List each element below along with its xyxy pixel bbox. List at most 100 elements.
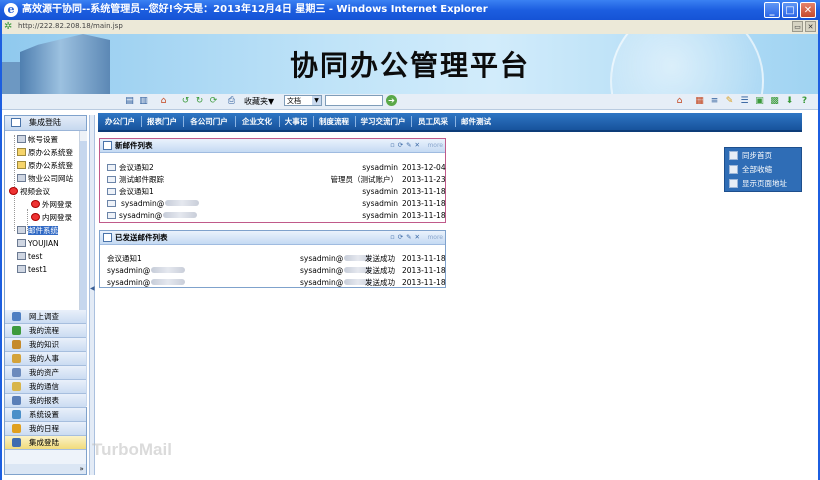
collapse-arrow-icon[interactable]: ◀ <box>90 285 95 292</box>
tab-staff[interactable]: 员工风采 <box>412 113 454 130</box>
tab-company-portal[interactable]: 各公司门户 <box>184 113 234 130</box>
forward-icon[interactable]: ↻ <box>194 96 205 107</box>
mail-subject[interactable]: sysadmin@ <box>119 210 198 221</box>
search-input[interactable] <box>325 95 383 106</box>
tab-culture[interactable]: 企业文化 <box>236 113 278 130</box>
expand-toggle[interactable]: » <box>5 464 86 474</box>
calendar-icon[interactable]: ▦ <box>694 96 705 107</box>
mail-row[interactable]: 测试邮件跟踪 管理员（测试账户） 2013-11-23 <box>100 174 446 185</box>
tree-item[interactable]: test <box>17 251 42 262</box>
nav-item[interactable]: 我的日程 <box>5 422 86 436</box>
mail-row[interactable]: sysadmin@ sysadmin 2013-11-18 <box>100 210 446 221</box>
tab-learning[interactable]: 学习交流门户 <box>356 113 410 130</box>
restore-icon[interactable]: ▭ <box>792 21 803 32</box>
address-url[interactable]: http://222.82.208.18/main.jsp <box>18 22 123 30</box>
sent-subject[interactable]: 会议通知1 <box>107 253 142 264</box>
tab-events[interactable]: 大事记 <box>280 113 312 130</box>
settings-icon <box>12 410 21 419</box>
home-icon[interactable]: ⌂ <box>158 96 169 107</box>
close-small-icon[interactable]: ✕ <box>805 21 816 32</box>
mail-row[interactable]: sysadmin@ sysadmin 2013-11-18 <box>100 198 446 209</box>
sent-recipient: sysadmin@ <box>300 253 373 264</box>
portlet-controls[interactable]: ▫⟳✎✕ <box>390 139 423 152</box>
tree-item[interactable]: 帐号设置 <box>17 134 58 145</box>
tab-mail-test[interactable]: 邮件测试 <box>456 113 496 130</box>
contacts-icon <box>12 382 21 391</box>
layout-left-icon[interactable]: ▤ <box>124 96 135 107</box>
left-panel-header[interactable]: 集成登陆 <box>5 116 86 131</box>
apps-icon[interactable]: ▩ <box>769 96 780 107</box>
close-button[interactable]: ✕ <box>800 2 816 18</box>
window-title-bar: e 高效源干协同--系统管理员--您好!今天是：2013年12月4日 星期三 -… <box>0 0 820 20</box>
nav-item[interactable]: 我的流程 <box>5 324 86 338</box>
nav-item[interactable]: 我的通信 <box>5 380 86 394</box>
tab-office-portal[interactable]: 办公门户 <box>100 113 140 130</box>
more-link[interactable]: more <box>427 231 443 244</box>
edit-icon[interactable]: ✎ <box>724 96 735 107</box>
tree-item-label: 视频会议 <box>20 187 50 196</box>
help-icon[interactable]: ? <box>799 96 810 107</box>
mail-subject[interactable]: 会议通知1 <box>119 186 154 197</box>
tree-item[interactable]: 原办公系统登 <box>17 160 73 171</box>
mail-open-icon <box>107 188 116 195</box>
go-icon[interactable]: ➔ <box>386 95 397 106</box>
mail-subject[interactable]: 会议通知2 <box>119 162 154 173</box>
window-icon[interactable]: ▣ <box>754 96 765 107</box>
tree-item[interactable]: 物业公司网站 <box>17 173 73 184</box>
favorites-menu[interactable]: 收藏夹▼ <box>244 96 274 107</box>
site-title: 协同办公管理平台 <box>289 49 530 82</box>
nav-item[interactable]: 系统设置 <box>5 408 86 422</box>
mail-row[interactable]: 会议通知2 sysadmin 2013-12-04 <box>100 162 446 173</box>
tree-item[interactable]: 内网登录 <box>31 212 72 223</box>
tree-item-label: 外网登录 <box>42 200 72 209</box>
sent-row[interactable]: sysadmin@ sysadmin@ 发送成功 2013-11-18 <box>100 265 446 276</box>
more-link[interactable]: more <box>427 139 443 152</box>
sent-status: 发送成功 <box>365 254 395 263</box>
tree-item[interactable]: test1 <box>17 264 47 275</box>
show-url-link[interactable]: 显示页面地址 <box>727 177 799 190</box>
portlet-controls[interactable]: ▫⟳✎✕ <box>390 231 423 244</box>
nav-item-label: 我的人事 <box>29 354 59 363</box>
sent-row[interactable]: sysadmin@ sysadmin@ 发送成功 2013-11-18 <box>100 277 446 288</box>
maximize-button[interactable]: □ <box>782 2 798 18</box>
redacted-text <box>151 279 186 285</box>
doc-icon <box>17 252 26 260</box>
mail-subject[interactable]: 测试邮件跟踪 <box>119 174 164 185</box>
refresh-icon[interactable]: ⟳ <box>208 96 219 107</box>
tree-item[interactable]: 原办公系统登 <box>17 147 73 158</box>
tree-item[interactable]: 外网登录 <box>31 199 72 210</box>
panel-splitter[interactable]: ◀ <box>89 115 95 475</box>
nav-item[interactable]: 我的资产 <box>5 366 86 380</box>
sent-subject[interactable]: sysadmin@ <box>107 265 186 276</box>
tab-report-portal[interactable]: 报表门户 <box>142 113 182 130</box>
sync-icon <box>729 151 738 160</box>
nav-item-active[interactable]: 集成登陆 <box>5 436 86 450</box>
back-icon[interactable]: ↺ <box>180 96 191 107</box>
download-icon[interactable]: ⬇ <box>784 96 795 107</box>
tree-item[interactable]: YOUJIAN <box>17 238 59 249</box>
tab-rules[interactable]: 制度流程 <box>314 113 354 130</box>
home-right-icon[interactable]: ⌂ <box>674 96 685 107</box>
contacts-icon[interactable]: ☰ <box>739 96 750 107</box>
mail-subject[interactable]: sysadmin@ <box>121 198 200 209</box>
address-bar[interactable]: ✲ http://222.82.208.18/main.jsp ▭ ✕ <box>0 20 820 35</box>
doc-type-select[interactable]: 文档 ▼ <box>284 95 322 106</box>
tree-item-selected[interactable]: 邮件系统 <box>17 225 58 236</box>
nav-item[interactable]: 我的人事 <box>5 352 86 366</box>
sent-subject-text: sysadmin@ <box>107 266 151 275</box>
sent-subject[interactable]: sysadmin@ <box>107 277 186 288</box>
tree-item[interactable]: 视频会议 <box>9 186 50 197</box>
doc-icon <box>17 239 26 247</box>
sync-home-link[interactable]: 同步首页 <box>727 149 799 162</box>
mail-row[interactable]: 会议通知1 sysadmin 2013-11-18 <box>100 186 446 197</box>
collapse-all-link[interactable]: 全部收缩 <box>727 163 799 176</box>
layout-right-icon[interactable]: ▥ <box>138 96 149 107</box>
nav-item[interactable]: 我的知识 <box>5 338 86 352</box>
minimize-button[interactable]: _ <box>764 2 780 18</box>
nav-item[interactable]: 网上调查 <box>5 310 86 324</box>
sent-row[interactable]: 会议通知1 sysadmin@ 发送成功 2013-11-18 <box>100 253 446 264</box>
nav-item[interactable]: 我的报表 <box>5 394 86 408</box>
sent-recipient-text: sysadmin@ <box>300 254 344 263</box>
list-icon[interactable]: ≡ <box>709 96 720 107</box>
print-icon[interactable]: ⎙ <box>226 96 237 107</box>
